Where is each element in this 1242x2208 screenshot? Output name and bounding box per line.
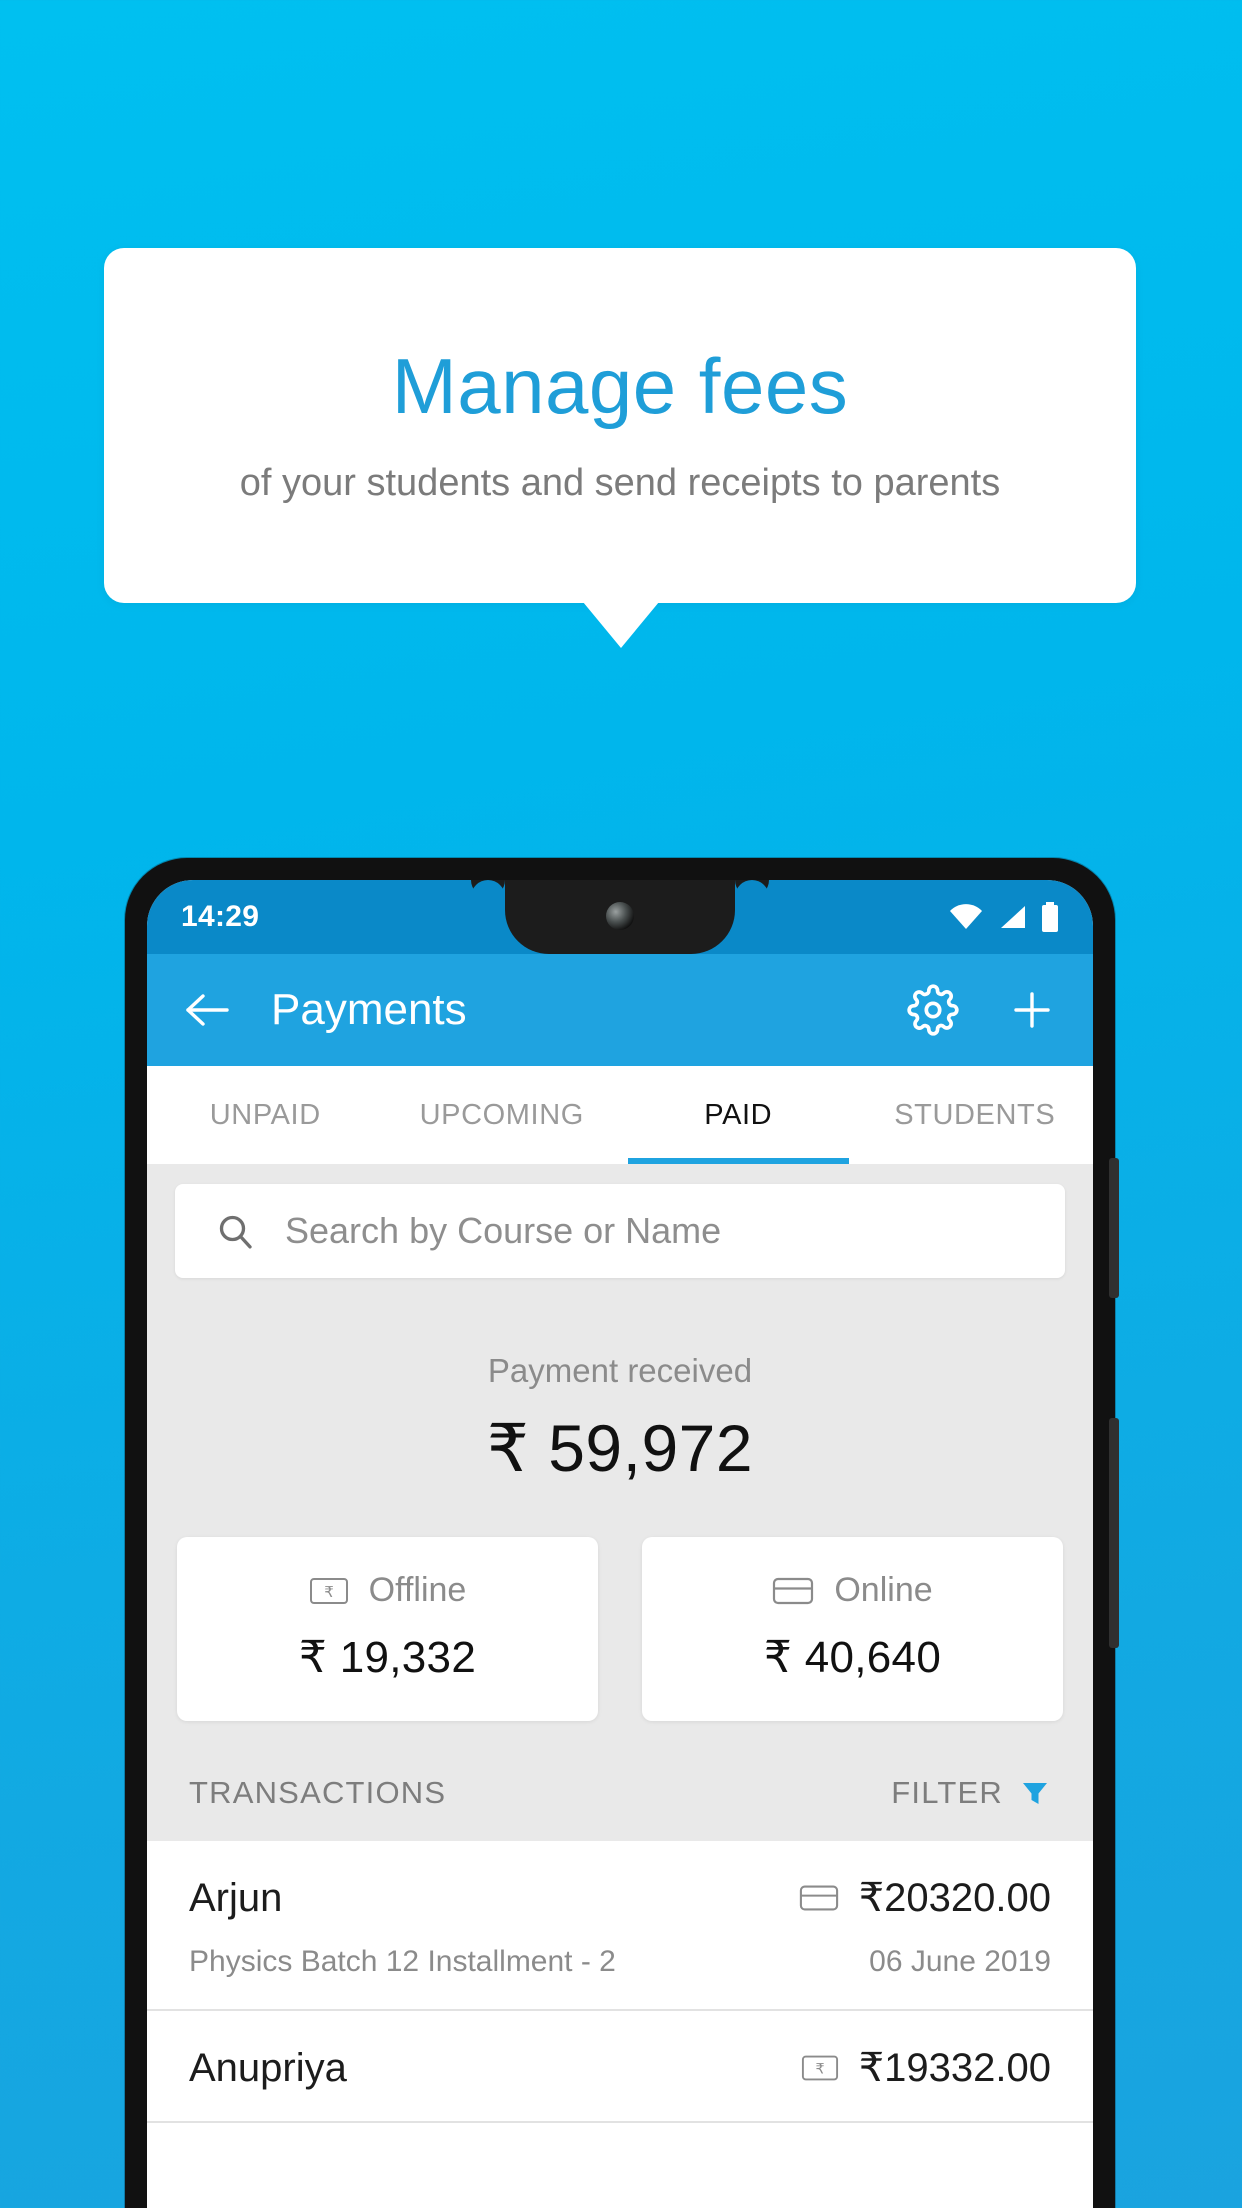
tab-students[interactable]: STUDENTS — [857, 1066, 1094, 1164]
status-icons — [949, 902, 1059, 932]
tab-bar: UNPAID UPCOMING PAID STUDENTS — [147, 1066, 1093, 1164]
offline-label: Offline — [368, 1571, 467, 1609]
search-placeholder: Search by Course or Name — [285, 1210, 722, 1251]
tab-upcoming-label: UPCOMING — [419, 1098, 584, 1131]
tab-unpaid-label: UNPAID — [209, 1098, 321, 1131]
transaction-name: Anupriya — [189, 2045, 347, 2090]
online-label: Online — [834, 1571, 933, 1609]
transaction-amount-group: ₹ ₹19332.00 — [801, 2045, 1051, 2091]
app-screen: 14:29 Payments UNPAID UPCOMING PAID STUD… — [147, 880, 1093, 2208]
transaction-name: Arjun — [189, 1875, 283, 1920]
gear-icon[interactable] — [907, 984, 959, 1036]
tab-paid[interactable]: PAID — [620, 1066, 857, 1164]
search-input[interactable]: Search by Course or Name — [175, 1184, 1065, 1278]
screen-content: Search by Course or Name Payment receive… — [147, 1164, 1093, 2208]
tab-students-label: STUDENTS — [894, 1098, 1056, 1131]
transactions-title: TRANSACTIONS — [189, 1775, 447, 1810]
transaction-description: Physics Batch 12 Installment - 2 — [189, 1945, 616, 1978]
transaction-primary-row: Arjun ₹20320.00 — [189, 1875, 1051, 1921]
online-card-head: Online — [642, 1571, 1063, 1610]
payment-method-cards: ₹ Offline ₹ 19,332 Online ₹ 40,640 — [147, 1487, 1093, 1721]
offline-card[interactable]: ₹ Offline ₹ 19,332 — [177, 1537, 598, 1721]
app-bar: Payments — [147, 954, 1093, 1066]
tab-upcoming[interactable]: UPCOMING — [384, 1066, 621, 1164]
status-time: 14:29 — [181, 900, 260, 933]
phone-screen-bezel: 14:29 Payments UNPAID UPCOMING PAID STUD… — [147, 880, 1093, 2208]
credit-card-icon — [799, 1882, 839, 1914]
back-arrow-icon[interactable] — [183, 989, 231, 1031]
promo-subtitle: of your students and send receipts to pa… — [239, 461, 1001, 504]
table-row[interactable]: Anupriya ₹ ₹19332.00 — [147, 2011, 1093, 2123]
payment-received-label: Payment received — [487, 1352, 753, 1389]
page-title: Payments — [271, 985, 467, 1034]
tab-paid-label: PAID — [704, 1098, 773, 1131]
promo-callout-tail — [583, 602, 659, 648]
transactions-list: Arjun ₹20320.00 Physics Batch 12 Install… — [147, 1841, 1093, 2208]
volume-button[interactable] — [1109, 1158, 1119, 1298]
online-amount: ₹ 40,640 — [763, 1633, 942, 1682]
transactions-header: TRANSACTIONS FILTER — [147, 1721, 1093, 1841]
payment-summary: Payment received ₹ 59,972 — [147, 1278, 1093, 1487]
cash-note-icon: ₹ — [309, 1575, 349, 1607]
transaction-secondary-row: Physics Batch 12 Installment - 2 06 June… — [189, 1945, 1051, 1979]
front-camera-icon — [606, 902, 634, 930]
notch — [505, 880, 735, 954]
online-card[interactable]: Online ₹ 40,640 — [642, 1537, 1063, 1721]
signal-icon — [997, 904, 1027, 930]
payment-received-amount: ₹ 59,972 — [486, 1411, 754, 1485]
funnel-icon — [1019, 1777, 1051, 1809]
filter-label: FILTER — [891, 1775, 1003, 1810]
status-bar: 14:29 — [147, 880, 1093, 954]
power-button[interactable] — [1109, 1418, 1119, 1648]
wifi-icon — [949, 904, 983, 930]
offline-amount: ₹ 19,332 — [298, 1633, 477, 1682]
credit-card-icon — [772, 1575, 814, 1607]
transaction-amount-group: ₹20320.00 — [799, 1875, 1051, 1921]
promo-callout: Manage fees of your students and send re… — [104, 248, 1136, 603]
phone-mockup: 14:29 Payments UNPAID UPCOMING PAID STUD… — [125, 858, 1119, 2208]
filter-button[interactable]: FILTER — [891, 1775, 1051, 1811]
svg-text:₹: ₹ — [815, 2062, 824, 2078]
tab-unpaid[interactable]: UNPAID — [147, 1066, 384, 1164]
search-icon — [215, 1211, 255, 1251]
transaction-amount: ₹20320.00 — [858, 1876, 1051, 1920]
offline-card-head: ₹ Offline — [177, 1571, 598, 1610]
transaction-amount: ₹19332.00 — [858, 2046, 1051, 2090]
transaction-date: 06 June 2019 — [869, 1945, 1051, 1978]
app-bar-actions — [907, 984, 1057, 1036]
transaction-primary-row: Anupriya ₹ ₹19332.00 — [189, 2045, 1051, 2091]
plus-icon[interactable] — [1007, 985, 1057, 1035]
search-section: Search by Course or Name — [147, 1164, 1093, 1278]
svg-text:₹: ₹ — [324, 1583, 334, 1601]
cash-note-icon: ₹ — [801, 2052, 839, 2084]
battery-icon — [1041, 902, 1059, 932]
promo-title: Manage fees — [391, 342, 849, 431]
table-row[interactable]: Arjun ₹20320.00 Physics Batch 12 Install… — [147, 1841, 1093, 2011]
